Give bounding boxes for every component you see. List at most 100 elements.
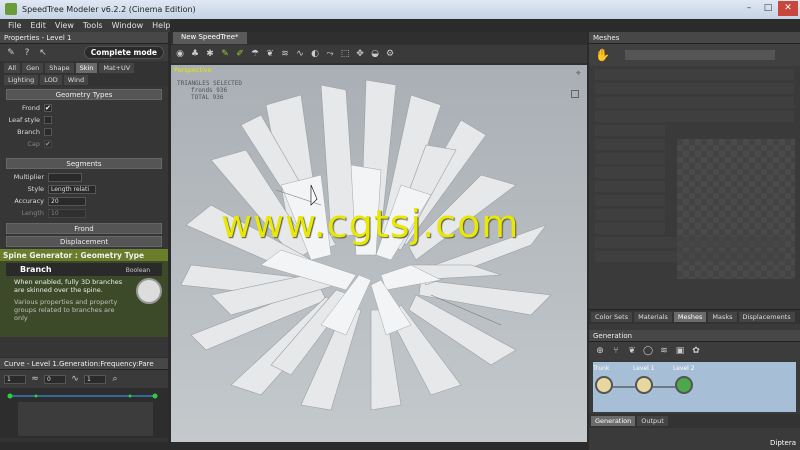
multiplier-slider[interactable] (48, 172, 82, 182)
wind-icon[interactable]: ≋ (280, 49, 290, 59)
branch-checkbox[interactable] (44, 128, 52, 136)
tab-skin[interactable]: Skin (75, 63, 98, 73)
light-icon[interactable]: ☂ (250, 49, 260, 59)
mask-icon[interactable]: ◐ (310, 49, 320, 59)
graph-icon[interactable]: ≈ (30, 374, 40, 384)
edit-icon[interactable]: ✐ (235, 49, 245, 59)
tab-shape[interactable]: Shape (45, 63, 74, 73)
curve-value-1[interactable]: 1 (4, 374, 26, 384)
path-icon[interactable]: ⤳ (325, 49, 335, 59)
node-trunk-label: Trunk (593, 365, 610, 372)
move-icon[interactable]: ✥ (355, 49, 365, 59)
tree-render (171, 65, 587, 442)
node-level-2-label: Level 2 (673, 365, 695, 372)
close-button[interactable]: ✕ (778, 1, 798, 16)
cap-node-icon[interactable]: ◯ (643, 346, 653, 356)
tab-materials[interactable]: Materials (634, 312, 672, 322)
axis-gizmo-icon[interactable]: ⌖ (576, 69, 581, 79)
menu-file[interactable]: File (8, 21, 21, 30)
meshes-title: Meshes (589, 32, 800, 44)
curve-value-2[interactable]: 0 (44, 374, 66, 384)
minimize-button[interactable]: – (740, 1, 758, 16)
tab-masks[interactable]: Masks (708, 312, 737, 322)
tab-wind[interactable]: Wind (63, 75, 89, 85)
tab-all[interactable]: All (4, 63, 21, 73)
mesh-select[interactable] (625, 50, 775, 60)
help-icon[interactable]: ? (22, 48, 32, 58)
curve-tool-icon[interactable]: ∿ (295, 49, 305, 59)
multiplier-row: Multiplier (0, 171, 168, 183)
length-field[interactable]: 10 (48, 208, 86, 218)
menu-view[interactable]: View (55, 21, 74, 30)
node-level-2[interactable] (675, 376, 693, 394)
mode-toggle[interactable]: Complete mode (83, 46, 164, 59)
curve-graph[interactable] (0, 388, 168, 438)
pin-icon[interactable]: ✎ (6, 48, 16, 58)
frond-node-icon[interactable]: ≋ (659, 346, 669, 356)
star-icon[interactable]: ✱ (205, 49, 215, 59)
settings-icon[interactable]: ⚙ (385, 49, 395, 59)
pen-icon[interactable]: ✎ (220, 49, 230, 59)
tab-lighting[interactable]: Lighting (4, 75, 39, 85)
meshes-tabs: Color Sets Materials Meshes Masks Displa… (589, 309, 800, 324)
select-icon[interactable]: ⬚ (340, 49, 350, 59)
curve-title: Curve - Level 1.Generation:Frequency:Par… (0, 358, 168, 370)
node-trunk[interactable] (595, 376, 613, 394)
meshes-toolbar: ✋ (589, 44, 800, 66)
hand-icon[interactable]: ✋ (595, 49, 610, 61)
tab-displacements[interactable]: Displacements (738, 312, 795, 322)
curve-panel: Curve - Level 1.Generation:Frequency:Par… (0, 358, 168, 442)
zone-node-icon[interactable]: ▣ (675, 346, 685, 356)
curve-icon[interactable]: ∿ (70, 374, 80, 384)
zoom-icon[interactable]: ⌕ (110, 374, 120, 384)
style-select[interactable]: Length relati (48, 184, 96, 194)
leaf-icon[interactable]: ❦ (265, 49, 275, 59)
geometry-types-header[interactable]: Geometry Types (6, 89, 162, 100)
style-label: Style (27, 185, 44, 193)
cursor-icon[interactable]: ↖ (38, 48, 48, 58)
accuracy-field[interactable]: 20 (48, 196, 86, 206)
properties-title: Properties - Level 1 (0, 32, 168, 44)
mesh-node-icon[interactable]: ✿ (691, 346, 701, 356)
displacement-header[interactable]: Displacement (6, 236, 162, 247)
multiplier-label: Multiplier (13, 173, 44, 181)
menu-window[interactable]: Window (112, 21, 144, 30)
leaf-style-row: Leaf style (0, 114, 168, 126)
menu-help[interactable]: Help (152, 21, 170, 30)
tab-color-sets[interactable]: Color Sets (591, 312, 633, 322)
frond-checkbox[interactable]: ✔ (44, 104, 52, 112)
style-row: Style Length relati (0, 183, 168, 195)
node-level-1[interactable] (635, 376, 653, 394)
tree-icon[interactable]: ♣ (190, 49, 200, 59)
tab-mat-uv[interactable]: Mat+UV (99, 63, 135, 73)
leaf-node-icon[interactable]: ❦ (627, 346, 637, 356)
tab-new-speedtree[interactable]: New SpeedTree* (173, 32, 247, 44)
add-node-icon[interactable]: ⊕ (595, 346, 605, 356)
maximize-button[interactable]: □ (759, 1, 777, 16)
tab-lod[interactable]: LOD (40, 75, 62, 85)
menu-edit[interactable]: Edit (30, 21, 46, 30)
frond-header[interactable]: Frond (6, 223, 162, 234)
tab-gen[interactable]: Gen (22, 63, 44, 73)
stats-total: TOTAL 936 (191, 94, 224, 101)
generation-graph[interactable]: Trunk Level 1 Level 2 (593, 362, 796, 412)
window-title: SpeedTree Modeler v6.2.2 (Cinema Edition… (22, 5, 196, 14)
display-icon[interactable]: ◒ (370, 49, 380, 59)
tab-meshes[interactable]: Meshes (673, 312, 707, 322)
branch-node-icon[interactable]: ⑂ (611, 346, 621, 356)
tab-output[interactable]: Output (637, 416, 668, 426)
menu-tools[interactable]: Tools (83, 21, 103, 30)
segments-header[interactable]: Segments (6, 158, 162, 169)
leaf-style-checkbox[interactable] (44, 116, 52, 124)
mesh-properties (589, 69, 800, 309)
stats-fronds: fronds 936 (191, 87, 228, 94)
frame-icon[interactable] (571, 90, 579, 98)
cap-checkbox[interactable]: ✔ (44, 140, 52, 148)
3d-scene[interactable]: Perspective TRIANGLES SELECTED fronds 93… (171, 65, 587, 442)
watermark: www.cgtsj.com (221, 202, 520, 246)
tab-generation[interactable]: Generation (591, 416, 636, 426)
camera-icon[interactable]: ◉ (175, 49, 185, 59)
app-icon (5, 3, 17, 15)
curve-value-3[interactable]: 1 (84, 374, 106, 384)
curve-point-start (7, 393, 13, 399)
